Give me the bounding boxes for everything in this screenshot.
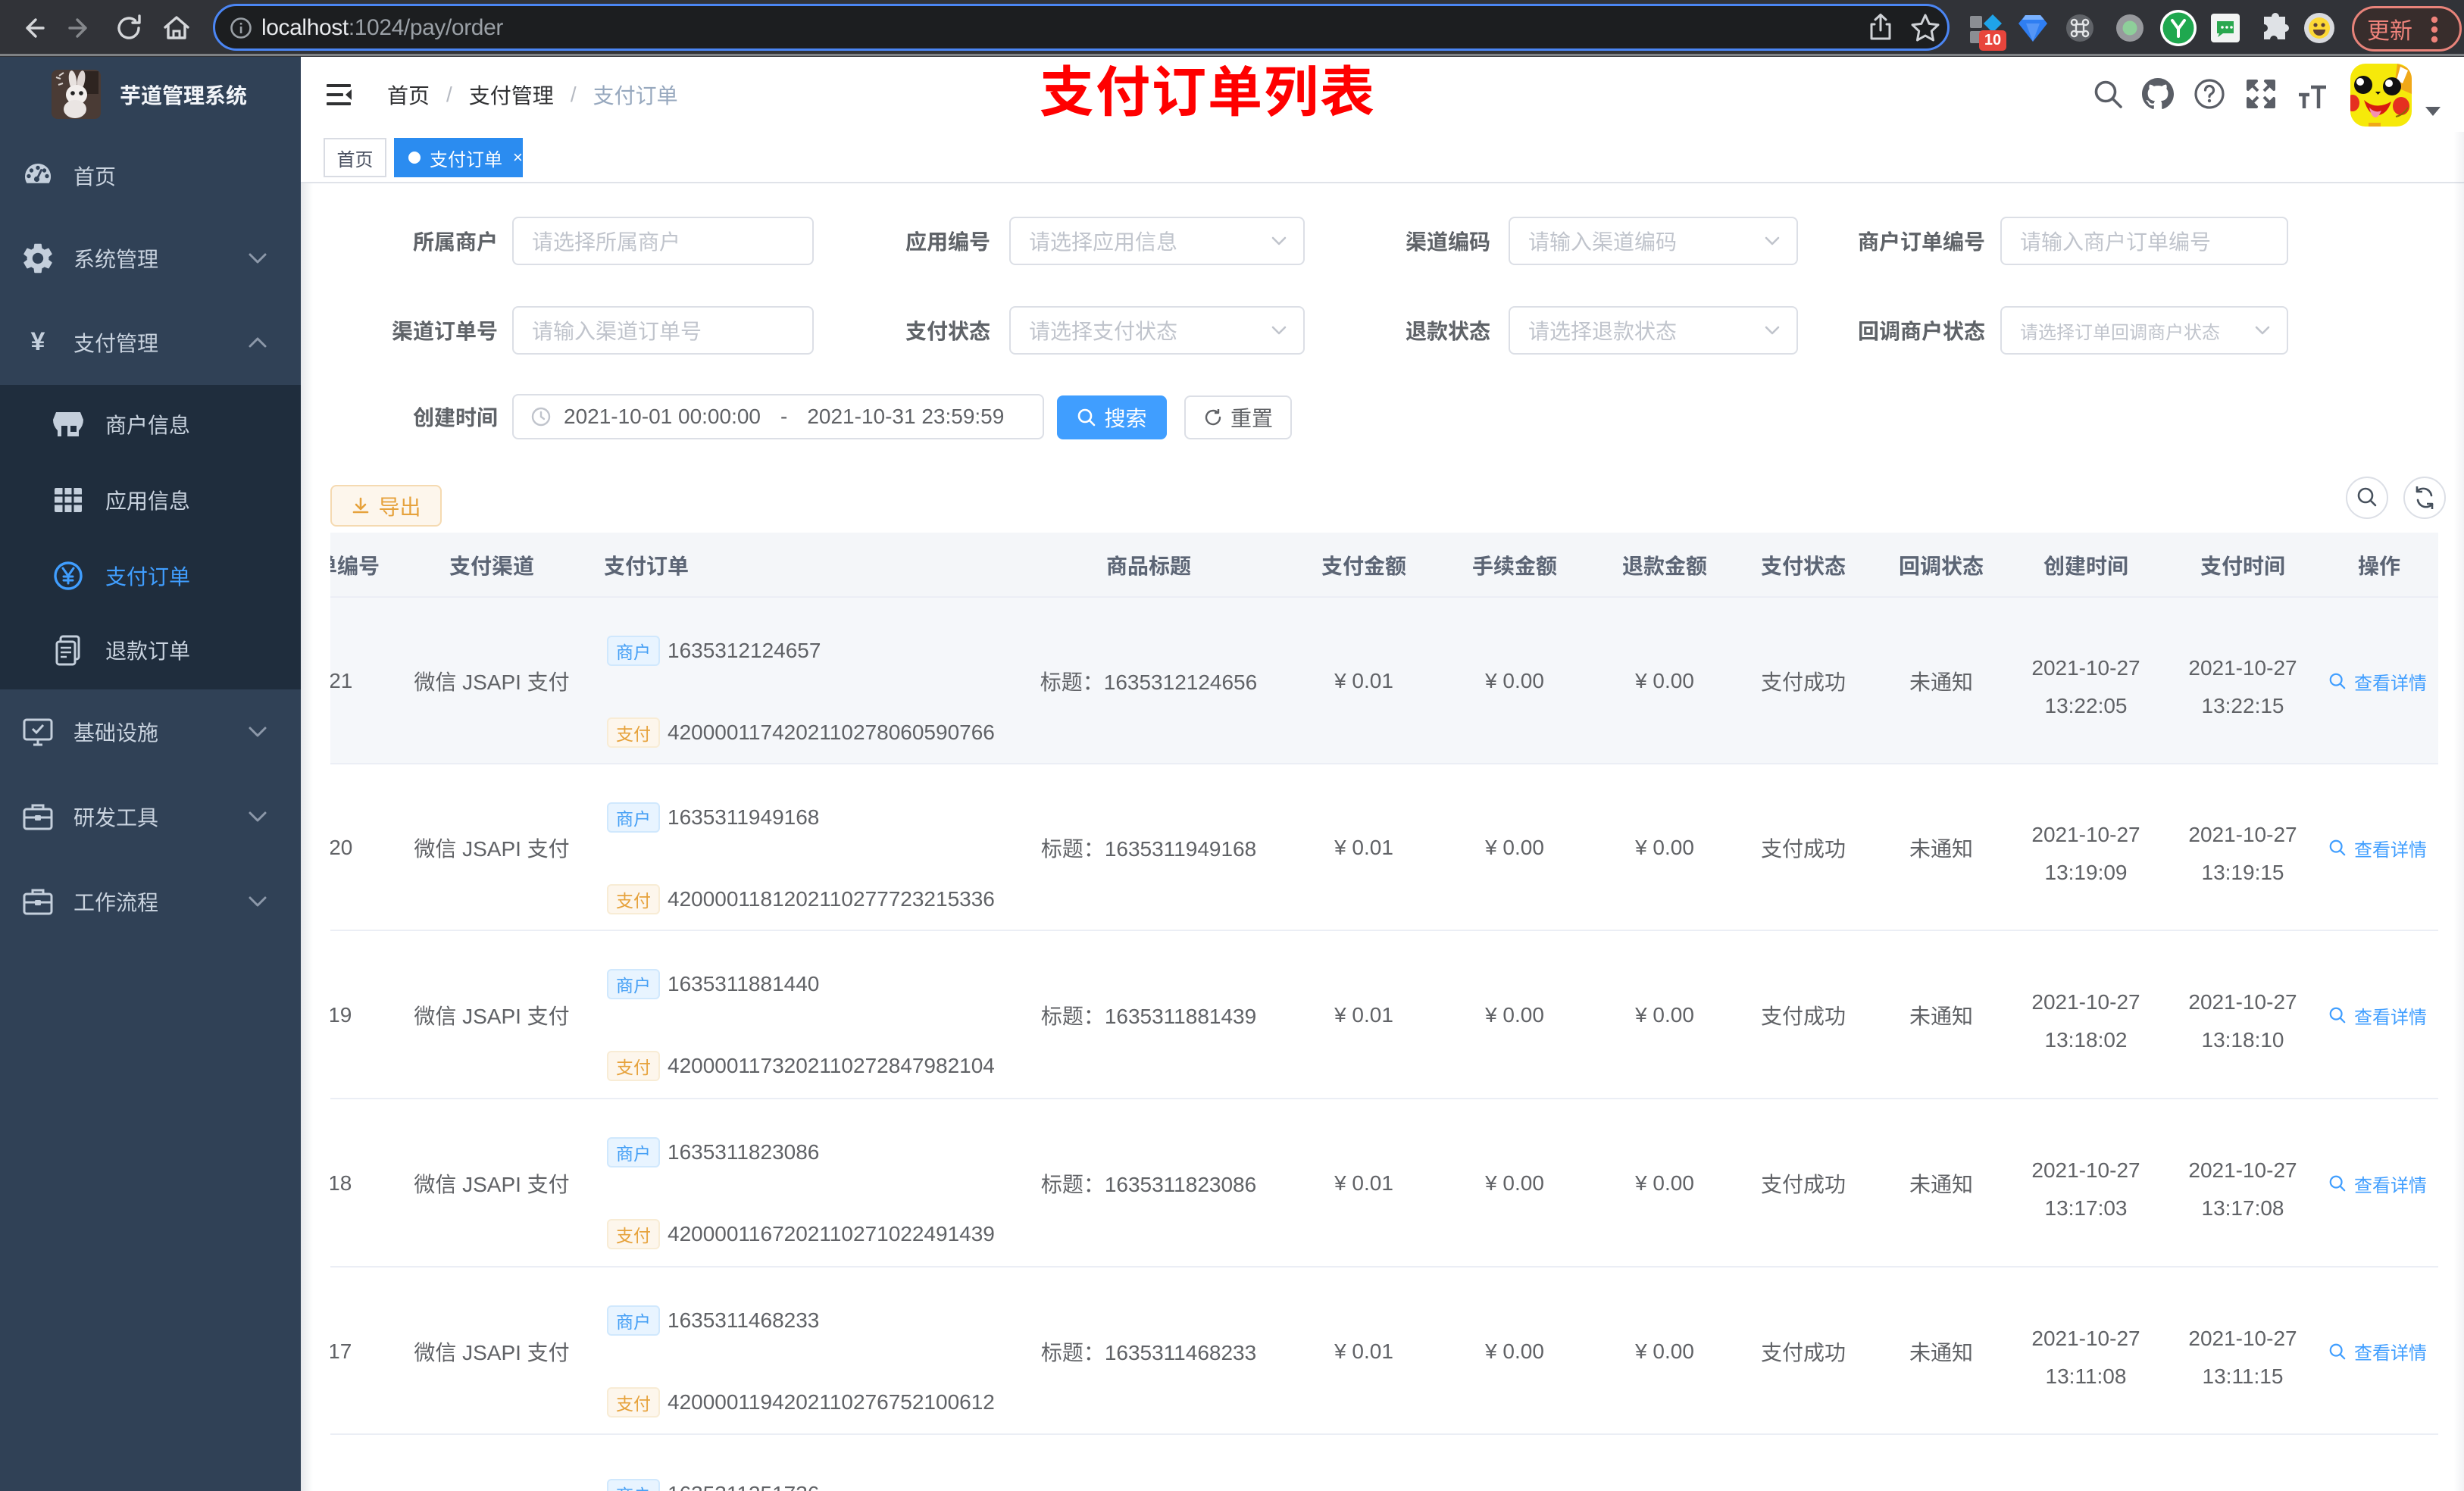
svg-text:¥: ¥: [31, 324, 45, 358]
